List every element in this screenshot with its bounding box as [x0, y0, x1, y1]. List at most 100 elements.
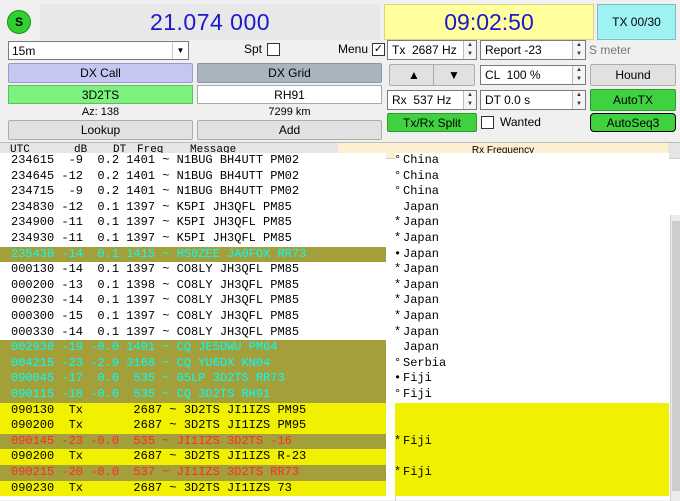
dt-spinbox[interactable]: DT 0.0 s ▲ ▼ [480, 90, 586, 110]
decode-message[interactable]: 090200 Tx 2687 ~ 3D2TS JI1IZS R-23 [0, 449, 386, 465]
decode-row[interactable]: 090115 -18 -0.0 535 ~ CQ 3D2TS RH91 ° Fiji [0, 387, 669, 403]
dt-spin-arrows-icon[interactable]: ▲ ▼ [572, 91, 585, 109]
decode-row[interactable]: 090200 Tx 2687 ~ 3D2TS JI1IZS PM95 [0, 418, 669, 434]
decode-message[interactable]: 234645 -12 0.2 1401 ~ N1BUG BH4UTT PM02 [0, 168, 386, 185]
tx-counter-label: TX 00/30 [612, 15, 661, 29]
cl-value: CL 100 % [485, 68, 541, 82]
spt-checkbox[interactable] [267, 42, 281, 56]
chevron-down-icon: ▼ [172, 42, 188, 59]
decode-scrollbar[interactable] [670, 215, 680, 501]
decode-message[interactable]: 090115 -18 -0.0 535 ~ CQ 3D2TS RH91 [0, 387, 386, 403]
decode-row[interactable]: 090145 -23 -0.0 535 ~ JI1IZS 3D2TS -16 * F… [0, 433, 669, 450]
decode-country-name: Japan [403, 340, 440, 355]
decode-country: * Japan [394, 309, 669, 325]
decode-message[interactable]: 090230 Tx 2687 ~ 3D2TS JI1IZS 73 [0, 480, 386, 497]
up-arrow-icon: ▲ [408, 68, 420, 82]
band-select[interactable]: 15m ▼ [8, 41, 189, 60]
decode-message[interactable]: 000300 -15 0.1 1397 ~ CO8LY JH3QFL PM85 [0, 309, 386, 325]
decode-row[interactable]: 234615 -9 0.2 1401 ~ N1BUG BH4UTT PM02 ° C… [0, 153, 669, 169]
tx-rx-split-button[interactable]: Tx/Rx Split [387, 113, 477, 132]
decode-message[interactable]: 090215 -20 -0.0 537 ~ JI1IZS 3D2TS RR73 [0, 465, 386, 481]
dx-call-label-text: DX Call [80, 66, 121, 80]
decode-message[interactable]: 234715 -9 0.2 1401 ~ N1BUG BH4UTT PM02 [0, 184, 386, 200]
decode-row[interactable]: 234715 -9 0.2 1401 ~ N1BUG BH4UTT PM02 ° C… [0, 184, 669, 200]
decode-country-name: Japan [403, 277, 440, 292]
auto-seq-label: AutoSeq3 [606, 115, 660, 130]
decode-message[interactable]: 002930 -19 -0.0 1401 ~ CQ JE5DWU PM64 [0, 340, 386, 356]
wanted-toggle[interactable]: Wanted [481, 115, 541, 129]
decode-message[interactable]: 234930 -11 0.1 1397 ~ K5PI JH3QFL PM85 [0, 231, 386, 247]
menu-toggle[interactable]: Menu ✓ [338, 42, 386, 56]
menu-checkbox[interactable]: ✓ [372, 42, 386, 56]
decode-message[interactable]: 090045 -17 0.0 535 ~ G5LP 3D2TS RR73 [0, 371, 386, 387]
decode-message[interactable]: 000230 -14 0.1 1397 ~ CO8LY JH3QFL PM85 [0, 293, 386, 309]
decode-list[interactable]: 234615 -9 0.2 1401 ~ N1BUG BH4UTT PM02 ° C… [0, 153, 670, 501]
decode-message[interactable]: 234830 -12 0.1 1397 ~ K5PI JH3QFL PM85 [0, 199, 386, 216]
decode-country-name: Fiji [403, 465, 432, 479]
decode-row[interactable]: 234900 -11 0.1 1397 ~ K5PI JH3QFL PM85 * J… [0, 215, 669, 231]
decode-message[interactable]: 234900 -11 0.1 1397 ~ K5PI JH3QFL PM85 [0, 215, 386, 231]
decode-message[interactable]: 235430 -14 0.1 1415 ~ HS0ZEE JA0FOX RR73 [0, 246, 386, 263]
decode-country: * Japan [394, 324, 669, 341]
decode-row[interactable]: 235430 -14 0.1 1415 ~ HS0ZEE JA0FOX RR73… [0, 246, 669, 263]
rx-frequency-value: Rx 537 Hz [392, 93, 452, 107]
wanted-checkbox[interactable] [481, 115, 494, 129]
rx-spin-arrows-icon[interactable]: ▲ ▼ [463, 91, 476, 109]
decode-row[interactable]: 234645 -12 0.2 1401 ~ N1BUG BH4UTT PM02 °… [0, 168, 669, 185]
lookup-button[interactable]: Lookup [8, 120, 193, 140]
freq-up-button[interactable]: ▲ [389, 64, 439, 86]
decode-row[interactable]: 004215 -23 -2.9 3168 ~ CQ YU6DX KN04 ° Ser… [0, 355, 669, 372]
report-spin-arrows-icon[interactable]: ▲ ▼ [572, 41, 585, 59]
hound-button[interactable]: Hound [590, 64, 676, 86]
decode-country [395, 402, 669, 419]
dx-grid-field[interactable]: RH91 [197, 85, 382, 104]
decode-message[interactable]: 234615 -9 0.2 1401 ~ N1BUG BH4UTT PM02 [0, 153, 386, 169]
decode-message[interactable]: 000200 -13 0.1 1398 ~ CO8LY JH3QFL PM85 [0, 277, 386, 294]
decode-row[interactable]: 002930 -19 -0.0 1401 ~ CQ JE5DWU PM64 Jap… [0, 340, 669, 356]
decode-country: * Japan [394, 215, 669, 231]
decode-country [395, 449, 669, 465]
decode-country-name: Japan [403, 199, 440, 214]
add-label: Add [278, 123, 301, 137]
decode-row[interactable]: 234930 -11 0.1 1397 ~ K5PI JH3QFL PM85 * J… [0, 231, 669, 247]
decode-row[interactable]: 090215 -20 -0.0 537 ~ JI1IZS 3D2TS RR73 *… [0, 465, 669, 481]
tx-spin-arrows-icon[interactable]: ▲ ▼ [463, 41, 476, 59]
dx-call-field[interactable]: 3D2TS [8, 85, 193, 104]
decode-row[interactable]: 090230 Tx 2687 ~ 3D2TS JI1IZS 73 [0, 480, 669, 497]
scrollbar-thumb[interactable] [672, 221, 680, 491]
decode-row[interactable]: 000200 -13 0.1 1398 ~ CO8LY JH3QFL PM85 *… [0, 277, 669, 294]
decode-marker-glyph: * [394, 277, 402, 292]
freq-down-button[interactable]: ▼ [433, 64, 475, 86]
decode-row[interactable]: 090200 Tx 2687 ~ 3D2TS JI1IZS R-23 [0, 449, 669, 465]
decode-message[interactable]: 000130 -14 0.1 1397 ~ CO8LY JH3QFL PM85 [0, 262, 386, 278]
decode-message[interactable]: 004215 -23 -2.9 3168 ~ CQ YU6DX KN04 [0, 355, 386, 372]
add-button[interactable]: Add [197, 120, 382, 140]
decode-row[interactable]: 234830 -12 0.1 1397 ~ K5PI JH3QFL PM85 Ja… [0, 199, 669, 216]
decode-marker-glyph: * [394, 231, 402, 245]
decode-message[interactable]: 000330 -14 0.1 1397 ~ CO8LY JH3QFL PM85 [0, 324, 386, 341]
cl-spinbox[interactable]: CL 100 % ▲ ▼ [480, 65, 586, 85]
report-value: Report -23 [485, 43, 542, 57]
decode-country: ° Serbia [394, 355, 669, 372]
decode-row[interactable]: 090130 Tx 2687 ~ 3D2TS JI1IZS PM95 [0, 402, 669, 419]
decode-country-name: Japan [403, 215, 440, 230]
decode-row[interactable]: 000300 -15 0.1 1397 ~ CO8LY JH3QFL PM85 *… [0, 309, 669, 325]
decode-row[interactable]: 090045 -17 0.0 535 ~ G5LP 3D2TS RR73 • Fij… [0, 371, 669, 387]
tx-frequency-spinbox[interactable]: Tx 2687 Hz ▲ ▼ [387, 40, 477, 60]
decode-row[interactable]: 000330 -14 0.1 1397 ~ CO8LY JH3QFL PM85 *… [0, 324, 669, 341]
decode-marker-glyph: * [394, 262, 402, 277]
decode-message[interactable]: 090130 Tx 2687 ~ 3D2TS JI1IZS PM95 [0, 402, 386, 419]
decode-marker-glyph: * [394, 433, 402, 448]
decode-message[interactable]: 090200 Tx 2687 ~ 3D2TS JI1IZS PM95 [0, 418, 386, 434]
dx-grid-label-text: DX Grid [268, 66, 311, 80]
decode-message[interactable]: 090145 -23 -0.0 535 ~ JI1IZS 3D2TS -16 [0, 433, 386, 450]
band-value: 15m [12, 43, 36, 58]
decode-row[interactable]: 000130 -14 0.1 1397 ~ CO8LY JH3QFL PM85 *… [0, 262, 669, 278]
rx-frequency-spinbox[interactable]: Rx 537 Hz ▲ ▼ [387, 90, 477, 110]
auto-seq-button[interactable]: AutoSeq3 [590, 113, 676, 132]
report-spinbox[interactable]: Report -23 ▲ ▼ [480, 40, 586, 60]
spt-toggle[interactable]: Spt [244, 42, 281, 56]
cl-spin-arrows-icon[interactable]: ▲ ▼ [572, 66, 585, 84]
decode-row[interactable]: 000230 -14 0.1 1397 ~ CO8LY JH3QFL PM85 *… [0, 293, 669, 309]
auto-tx-button[interactable]: AutoTX [590, 89, 676, 111]
